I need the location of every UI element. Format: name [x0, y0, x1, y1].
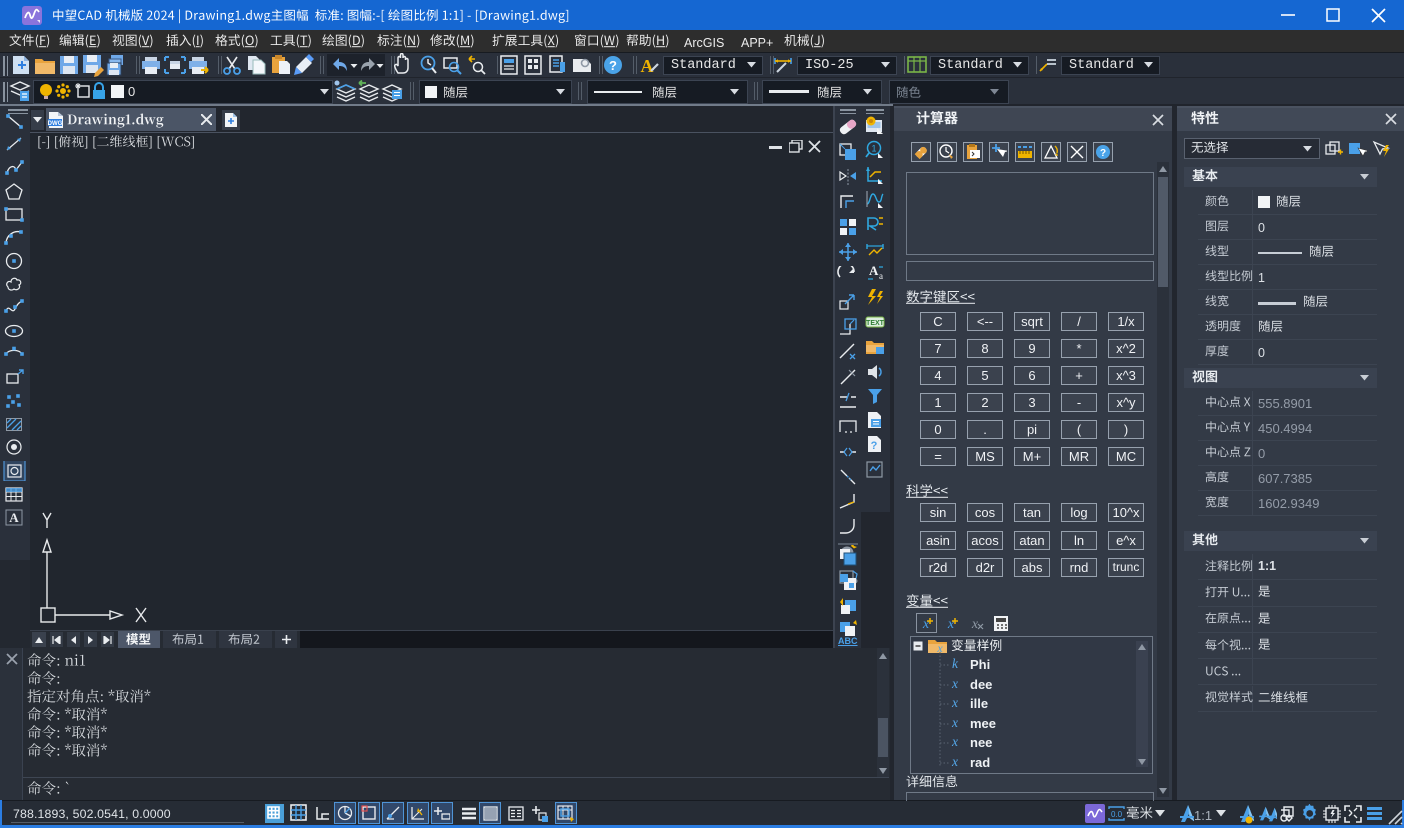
svg-text:?: ?	[1100, 148, 1106, 159]
svg-text:?: ?	[871, 440, 878, 452]
svg-text:x: x	[947, 617, 955, 632]
svg-text:A: A	[9, 510, 19, 525]
svg-text:TEXT: TEXT	[866, 320, 885, 327]
svg-text:a: a	[879, 271, 883, 281]
svg-text:1: 1	[871, 144, 876, 154]
svg-text:A: A	[869, 263, 879, 278]
svg-text:A: A	[641, 56, 654, 76]
svg-text:?: ?	[609, 58, 617, 73]
svg-text:x: x	[922, 617, 930, 632]
svg-text:DWG: DWG	[48, 121, 63, 127]
svg-text:0.0: 0.0	[1111, 810, 1123, 819]
